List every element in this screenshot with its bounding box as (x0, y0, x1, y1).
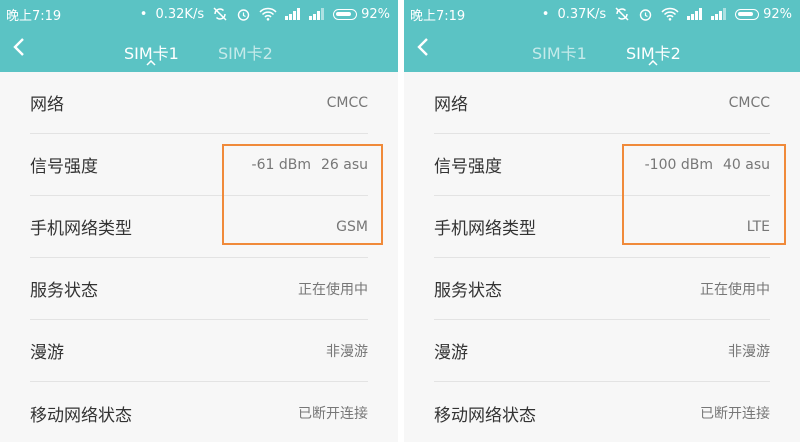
header: 晚上7:19 • 0.32K/s 92% SIM卡1 SIM卡2 (0, 0, 398, 72)
nav-bar: SIM卡1 SIM卡2 (404, 28, 800, 72)
dot-icon: • (139, 6, 148, 22)
caret-up-icon (146, 60, 156, 66)
signal-asu: 26 asu (320, 156, 368, 173)
status-bar: 晚上7:19 • 0.37K/s 92% (404, 0, 800, 28)
list-item-roaming: 漫游 非漫游 (30, 320, 368, 382)
nav-bar: SIM卡1 SIM卡2 (0, 28, 398, 72)
no-sync-icon (212, 7, 228, 21)
tab-sim1[interactable]: SIM卡1 (532, 40, 587, 64)
sim-info-screen-right: 晚上7:19 • 0.37K/s 92% SIM卡1 SIM卡2 网络 CMCC… (404, 0, 800, 442)
list-item-roaming: 漫游 非漫游 (434, 320, 770, 382)
wifi-icon (661, 7, 679, 21)
list-item-signal-strength: 信号强度 -100 dBm 40 asu (434, 134, 770, 196)
status-time: 晚上7:19 (410, 8, 466, 24)
list-item-mobile-network-state: 移动网络状态 已断开连接 (434, 405, 770, 426)
list-item-service-state: 服务状态 正在使用中 (434, 258, 770, 320)
signal-dbm: -100 dBm (644, 156, 713, 173)
sim-tabs: SIM卡1 SIM卡2 (0, 40, 398, 66)
list-item-network: 网络 CMCC (30, 72, 368, 134)
battery-icon (735, 8, 763, 20)
no-sync-icon (614, 7, 630, 21)
signal-icon (309, 8, 325, 20)
signal-dbm: -61 dBm (251, 156, 311, 173)
signal-icon (687, 8, 703, 20)
status-bar: 晚上7:19 • 0.32K/s 92% (0, 0, 398, 28)
tab-sim2[interactable]: SIM卡2 (626, 40, 681, 66)
list-item-network-type: 手机网络类型 GSM (30, 196, 368, 258)
battery-percent: 92% (361, 6, 390, 22)
battery-percent: 92% (763, 6, 792, 22)
sim-tabs: SIM卡1 SIM卡2 (404, 40, 800, 66)
list-item-service-state: 服务状态 正在使用中 (30, 258, 368, 320)
list-item-mobile-network-state: 移动网络状态 已断开连接 (30, 405, 368, 426)
signal-icon (285, 8, 301, 20)
dot-icon: • (541, 6, 550, 22)
header: 晚上7:19 • 0.37K/s 92% SIM卡1 SIM卡2 (404, 0, 800, 72)
signal-icon (711, 8, 727, 20)
tab-sim2[interactable]: SIM卡2 (218, 40, 273, 64)
list-item-network-type: 手机网络类型 LTE (434, 196, 770, 258)
list-item-signal-strength: 信号强度 -61 dBm 26 asu (30, 134, 368, 196)
status-time: 晚上7:19 (6, 8, 62, 24)
info-list: 网络 CMCC 信号强度 -61 dBm 26 asu 手机网络类型 GSM 服务… (0, 72, 398, 442)
alarm-icon (638, 7, 653, 22)
list-item-network: 网络 CMCC (434, 72, 770, 134)
wifi-icon (259, 7, 277, 21)
sim-info-screen-left: 晚上7:19 • 0.32K/s 92% SIM卡1 SIM卡2 网络 CMCC… (0, 0, 398, 442)
battery-icon (333, 8, 361, 20)
tab-sim1[interactable]: SIM卡1 (124, 40, 179, 66)
alarm-icon (236, 7, 251, 22)
caret-up-icon (648, 60, 658, 66)
network-speed: 0.37K/s (557, 6, 607, 22)
network-speed: 0.32K/s (155, 6, 205, 22)
signal-asu: 40 asu (722, 156, 770, 173)
info-list: 网络 CMCC 信号强度 -100 dBm 40 asu 手机网络类型 LTE 服… (404, 72, 800, 442)
